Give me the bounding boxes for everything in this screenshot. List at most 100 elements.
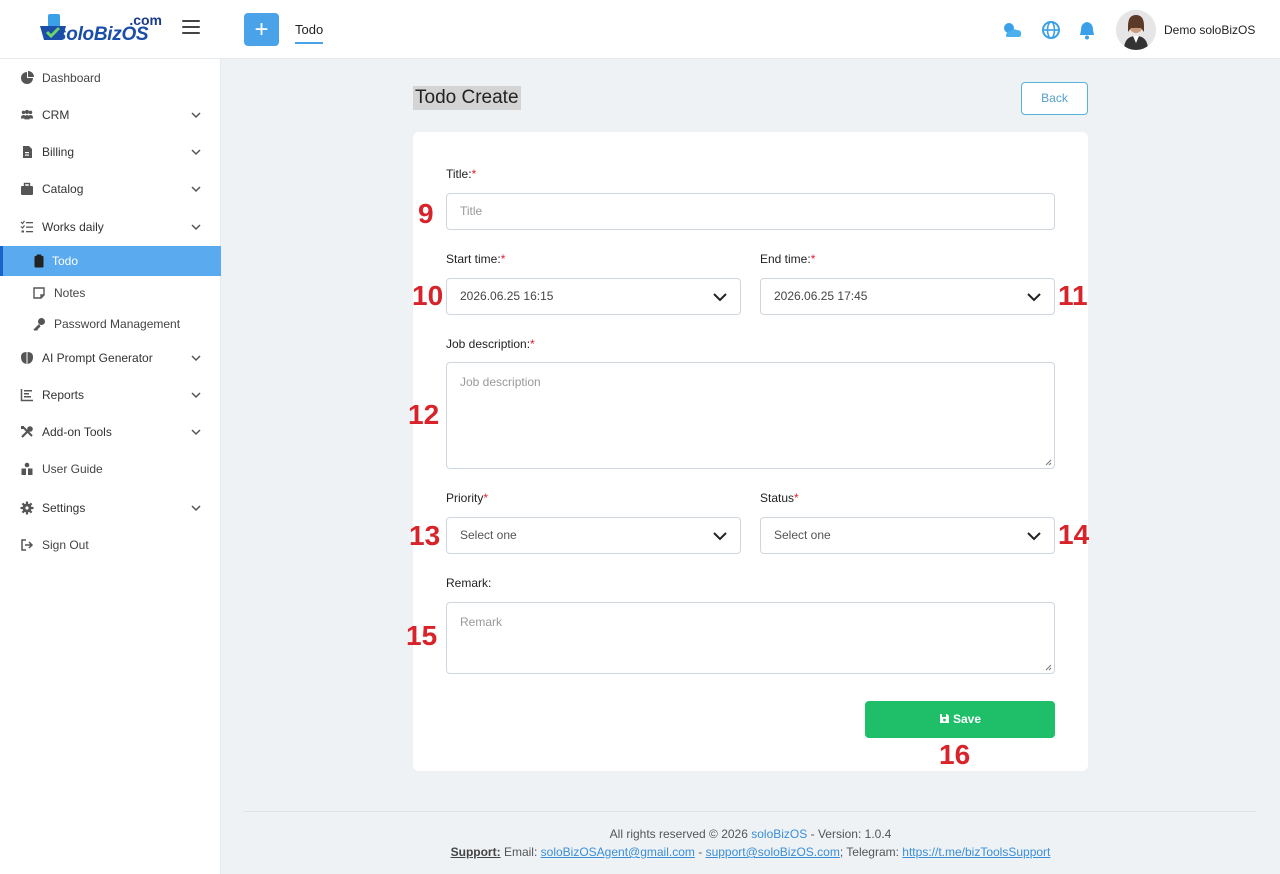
sidebar-item-crm[interactable]: CRM: [0, 102, 221, 128]
end-time-select[interactable]: 2026.06.25 17:45: [760, 278, 1055, 315]
status-select[interactable]: Select one: [760, 517, 1055, 554]
sidebar-item-user-guide[interactable]: User Guide: [0, 456, 221, 482]
sidebar-item-catalog[interactable]: Catalog: [0, 176, 221, 202]
list-icon: [20, 220, 33, 233]
annotation-13: 13: [409, 520, 441, 551]
back-button[interactable]: Back: [1021, 82, 1088, 115]
remark-label: Remark:: [446, 576, 492, 590]
job-description-label: Job description:*: [446, 337, 535, 351]
clipboard-icon: [34, 254, 44, 268]
sidebar-item-label: Sign Out: [42, 538, 89, 552]
annotation-14: 14: [1058, 519, 1090, 550]
sidebar-item-label: Notes: [54, 286, 86, 300]
footer-support: Support: Email: soloBizOSAgent@gmail.com…: [450, 845, 1051, 859]
status-label: Status*: [760, 491, 799, 505]
chevron-down-icon: [1027, 532, 1041, 541]
tab-todo[interactable]: Todo: [295, 22, 324, 44]
note-icon: [33, 287, 45, 299]
sidebar-item-password-management[interactable]: Password Management: [0, 311, 221, 337]
sidebar-item-label: User Guide: [42, 462, 103, 476]
sidebar-item-label: Billing: [42, 145, 75, 159]
footer-divider: [244, 811, 1256, 812]
sidebar: Dashboard CRM Billing Catalog Works dail…: [0, 59, 221, 874]
resize-grip-icon[interactable]: [1044, 663, 1052, 671]
annotation-16: 16: [939, 739, 971, 770]
sidebar-item-label: Works daily: [42, 220, 104, 234]
avatar[interactable]: [1116, 10, 1156, 50]
sidebar-item-label: Catalog: [42, 182, 84, 196]
annotation-11: 11: [1058, 280, 1088, 311]
chevron-down-icon: [191, 355, 201, 362]
avatar-image: [1116, 10, 1156, 50]
brain-icon: [21, 352, 33, 364]
sidebar-item-ai-prompt-generator[interactable]: AI Prompt Generator: [0, 345, 221, 371]
sidebar-item-label: Dashboard: [42, 71, 101, 85]
support-email-link-1[interactable]: soloBizOSAgent@gmail.com: [541, 845, 695, 859]
sidebar-item-label: Todo: [52, 254, 79, 268]
add-button[interactable]: +: [244, 13, 279, 46]
sidebar-item-label: Add-on Tools: [42, 425, 112, 439]
priority-select[interactable]: Select one: [446, 517, 741, 554]
end-time-label: End time:*: [760, 252, 816, 266]
tools-icon: [21, 426, 33, 438]
users-icon: [20, 109, 34, 120]
sidebar-item-billing[interactable]: Billing: [0, 139, 221, 165]
sidebar-item-todo[interactable]: Todo: [0, 246, 221, 276]
sidebar-item-dashboard[interactable]: Dashboard: [0, 65, 221, 91]
start-time-label: Start time:*: [446, 252, 506, 266]
chevron-down-icon: [191, 429, 201, 436]
key-icon: [33, 318, 45, 331]
chevron-down-icon: [191, 505, 201, 512]
sidebar-item-reports[interactable]: Reports: [0, 382, 221, 408]
menu-toggle-icon[interactable]: [182, 20, 200, 36]
bell-icon[interactable]: [1076, 20, 1098, 40]
sidebar-item-settings[interactable]: Settings: [0, 495, 221, 521]
sidebar-item-notes[interactable]: Notes: [0, 280, 221, 306]
sidebar-item-works-daily[interactable]: Works daily: [0, 214, 221, 240]
dashboard-icon: [21, 71, 34, 84]
support-email-link-2[interactable]: support@soloBizOS.com: [706, 845, 840, 859]
app-logo[interactable]: .com soloBizOS: [38, 8, 166, 48]
billing-icon: [23, 146, 32, 158]
guide-icon: [21, 462, 33, 475]
logo-text: soloBizOS: [56, 24, 149, 45]
start-time-select[interactable]: 2026.06.25 16:15: [446, 278, 741, 315]
gear-icon: [20, 501, 34, 515]
resize-grip-icon[interactable]: [1044, 458, 1052, 466]
sidebar-item-label: CRM: [42, 108, 70, 122]
remark-textarea[interactable]: Remark: [446, 602, 1055, 674]
chevron-down-icon: [191, 186, 201, 193]
chevron-down-icon: [191, 149, 201, 156]
title-input[interactable]: Title: [446, 193, 1055, 230]
annotation-12: 12: [408, 399, 440, 430]
sidebar-item-label: AI Prompt Generator: [42, 351, 153, 365]
footer-brand-link[interactable]: soloBizOS: [751, 827, 807, 841]
signout-icon: [21, 539, 34, 551]
user-name[interactable]: Demo soloBizOS: [1164, 23, 1255, 37]
footer-copyright: All rights reserved © 2026 soloBizOS - V…: [609, 827, 892, 841]
title-label: Title:*: [446, 167, 477, 181]
job-description-textarea[interactable]: Job description: [446, 362, 1055, 469]
sidebar-item-add-on-tools[interactable]: Add-on Tools: [0, 419, 221, 445]
priority-label: Priority*: [446, 491, 489, 505]
page-title: Todo Create: [413, 86, 521, 110]
catalog-icon: [21, 182, 33, 195]
globe-icon[interactable]: [1040, 20, 1062, 40]
sidebar-item-label: Reports: [42, 388, 85, 402]
chevron-down-icon: [191, 392, 201, 399]
annotation-15: 15: [406, 620, 438, 651]
annotation-9: 9: [418, 198, 434, 229]
chevron-down-icon: [191, 224, 201, 231]
sidebar-item-label: Settings: [42, 501, 86, 515]
chevron-down-icon: [191, 112, 201, 119]
report-icon: [20, 389, 33, 402]
chevron-down-icon: [1027, 293, 1041, 302]
save-button[interactable]: Save: [865, 701, 1055, 738]
weather-icon[interactable]: [1001, 20, 1023, 40]
telegram-link[interactable]: https://t.me/bizToolsSupport: [902, 845, 1050, 859]
sidebar-item-sign-out[interactable]: Sign Out: [0, 532, 221, 558]
annotation-10: 10: [412, 280, 444, 311]
top-bar: .com soloBizOS + Todo Demo soloBizOS: [0, 0, 1280, 59]
chevron-down-icon: [713, 293, 727, 302]
floppy-icon: [939, 714, 949, 723]
